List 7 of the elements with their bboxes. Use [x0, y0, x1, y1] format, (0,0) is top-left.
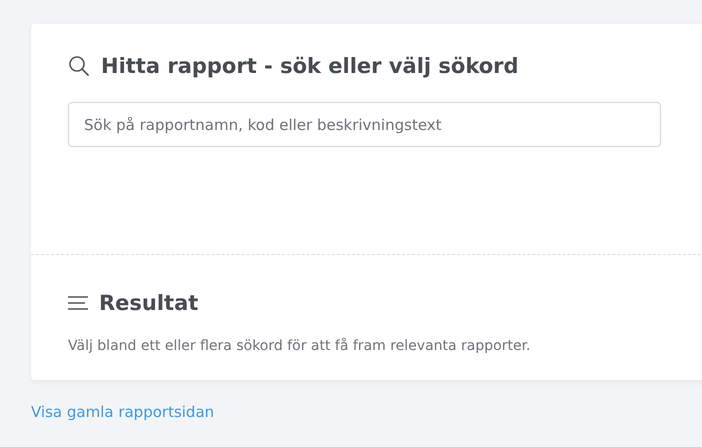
result-message: Välj bland ett eller flera sökord för att få fram relevanta rapporter.	[68, 338, 532, 354]
menu-icon	[68, 296, 88, 310]
search-field[interactable]: Sök på rapportnamn, kod eller beskrivningstext	[68, 102, 661, 147]
section-title: Resultat	[99, 291, 198, 315]
old-reports-link[interactable]: Visa gamla rapportsidan	[31, 403, 214, 421]
search-icon	[68, 55, 90, 77]
section-title: Hitta rapport - sök eller välj sökord	[101, 54, 519, 78]
